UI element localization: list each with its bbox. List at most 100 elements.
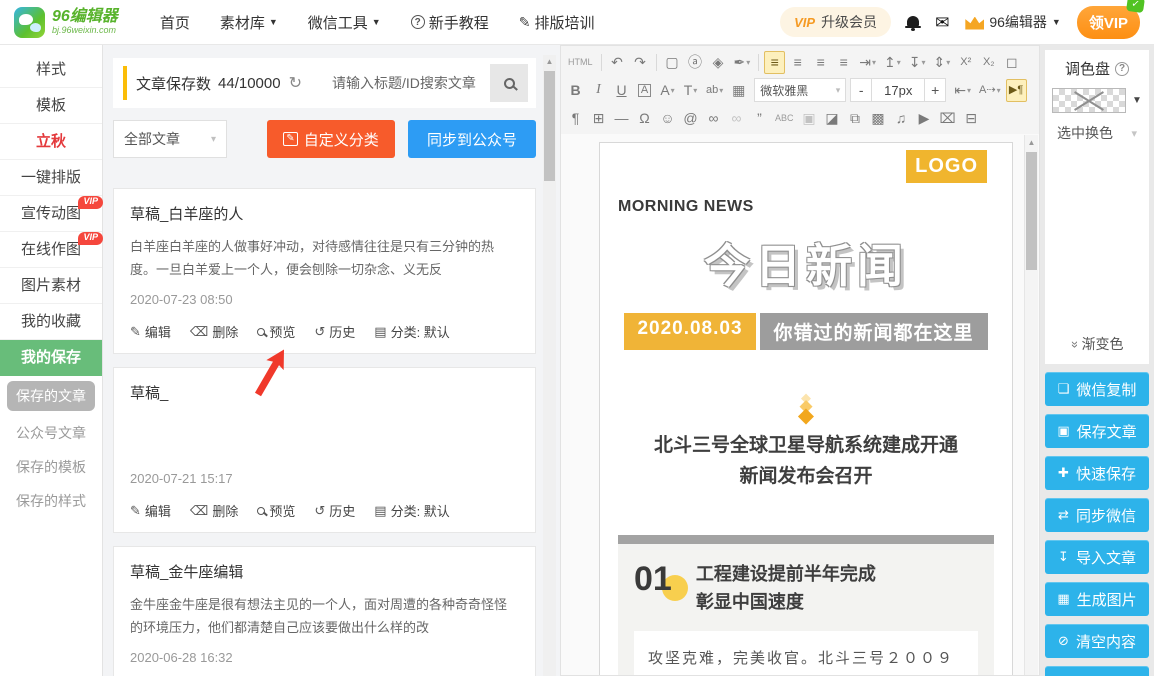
undo-icon[interactable]: ↶ [607,51,628,74]
sidebar-subitem-saved-styles[interactable]: 保存的样式 [0,484,102,518]
image-album-icon[interactable]: ⧉ [845,107,866,130]
palette-color-swatch[interactable] [1074,303,1095,324]
palette-color-swatch[interactable] [1099,253,1120,274]
articles-scrollbar[interactable]: ▲ [543,55,556,676]
sidebar-subitem-saved-templates[interactable]: 保存的模板 [0,450,102,484]
edit-action[interactable]: ✎ 编辑 [130,501,171,520]
upgrade-member-button[interactable]: VIP 升级会员 [780,7,891,37]
refresh-icon[interactable]: ↻ [289,73,302,93]
palette-color-swatch[interactable] [1074,278,1095,299]
scroll-up-icon[interactable]: ▲ [1025,135,1038,147]
preview-action[interactable]: 预览 [257,501,295,520]
clear-content-button[interactable]: ⊘ 清空内容 [1045,624,1149,658]
palette-color-swatch[interactable] [1099,228,1120,249]
palette-color-swatch[interactable] [1099,303,1120,324]
clear-format-icon[interactable]: ⌧ [937,107,959,130]
superscript-icon[interactable]: X² [955,51,976,74]
save-article-button[interactable]: ▣ 保存文章 [1045,414,1149,448]
line-height-icon[interactable]: ⇕▾ [931,51,954,74]
article-page[interactable]: LOGO MORNING NEWS 今日新闻 2020.08.03 你错过的新闻… [599,142,1013,676]
palette-color-swatch[interactable] [1074,203,1095,224]
sidebar-item-promo-animation[interactable]: 宣传动图 VIP [0,196,102,232]
palette-color-swatch[interactable] [1049,228,1070,249]
redo-icon[interactable]: ↷ [630,51,651,74]
wechat-copy-button[interactable]: ❏ 微信复制 [1045,372,1149,406]
editor-scrollbar[interactable]: ▲ [1024,135,1038,675]
search-button[interactable] [490,64,528,102]
selection-recolor-dropdown[interactable]: 选中换色 ▾ [1057,123,1137,143]
sync-wechat-button[interactable]: ⇄ 同步微信 [1045,498,1149,532]
indent-icon[interactable]: ⇥▾ [856,51,879,74]
spellcheck-icon[interactable]: ABC [772,107,797,130]
font-family-select[interactable]: 微软雅黑 ▾ [754,78,846,102]
sidebar-item-my-saves[interactable]: 我的保存 [0,340,102,376]
blockquote-icon[interactable]: ” [749,107,770,130]
eraser-icon[interactable]: ◈ [708,51,729,74]
insert-video-icon[interactable]: ▶ [914,107,935,130]
font-size-decrease-button[interactable]: - [850,78,872,102]
palette-color-swatch[interactable] [1124,303,1145,324]
font-size-increase-button[interactable]: + [924,78,946,102]
insert-media-icon[interactable]: ▦ [728,79,749,102]
first-line-indent-icon[interactable]: ⇤▾ [951,79,974,102]
unlink-icon[interactable]: ∞ [726,107,747,130]
bold-icon[interactable]: B [565,79,586,102]
brand-logo[interactable]: 96编辑器 bj.96weixin.com [14,7,118,38]
text-image-layout-icon[interactable]: ⊟ [961,107,982,130]
palette-color-swatch[interactable] [1049,253,1070,274]
palette-color-swatch[interactable] [1074,153,1095,174]
palette-color-swatch[interactable] [1074,253,1095,274]
category-action[interactable]: ▤ 分类: 默认 [374,322,450,341]
sidebar-item-image-material[interactable]: 图片素材 [0,268,102,304]
sidebar-item-liqiu[interactable]: 立秋 [0,124,102,160]
palette-color-swatch[interactable] [1099,178,1120,199]
fullscreen-icon[interactable]: ◻ [1001,51,1022,74]
scroll-up-icon[interactable]: ▲ [543,55,556,66]
history-action[interactable]: ↺ 历史 [314,322,355,341]
preview-action[interactable]: 预览 [257,322,295,341]
align-center-icon[interactable]: ≡ [787,51,808,74]
italic-icon[interactable]: I [588,79,609,102]
palette-color-swatch[interactable] [1049,278,1070,299]
palette-color-swatch[interactable] [1049,303,1070,324]
paste-word-icon[interactable]: ▣ [799,107,820,130]
format-painter-icon[interactable]: ✒▾ [731,51,754,74]
sidebar-item-styles[interactable]: 样式 [0,52,102,88]
new-document-icon[interactable]: ▢ [662,51,683,74]
account-menu[interactable]: 96编辑器 ▼ [965,12,1061,32]
insert-music-icon[interactable]: ♫ [891,107,912,130]
font-color-icon[interactable]: A▾ [657,79,678,102]
delete-action[interactable]: ⌫ 删除 [190,322,238,341]
palette-color-swatch[interactable] [1124,278,1145,299]
scrollbar-thumb[interactable] [1026,152,1037,270]
scrollbar-thumb[interactable] [544,71,555,181]
palette-color-swatch[interactable] [1049,178,1070,199]
auto-typeset-icon[interactable]: ⓐ [685,51,706,74]
horizontal-rule-icon[interactable]: — [611,107,632,130]
palette-color-swatch[interactable] [1124,178,1145,199]
text-direction-icon[interactable]: ▶¶ [1006,79,1027,102]
image-grid-icon[interactable]: ▩ [868,107,889,130]
align-right-icon[interactable]: ≡ [810,51,831,74]
nav-beginner-tutorial[interactable]: ? 新手教程 [411,12,489,33]
sidebar-item-templates[interactable]: 模板 [0,88,102,124]
insert-image-icon[interactable]: ◪ [822,107,843,130]
html-source-icon[interactable]: HTML [565,51,596,74]
cloud-drafts-button[interactable]: ≣ 云端草稿 [1045,666,1149,676]
title-format-icon[interactable]: T▾ [680,79,701,102]
edit-action[interactable]: ✎ 编辑 [130,322,171,341]
letter-spacing-icon[interactable]: A⇢▾ [976,79,1004,102]
article-filter-select[interactable]: 全部文章 ▾ [113,120,227,158]
custom-category-button[interactable]: ✎ 自定义分类 [267,120,395,158]
import-article-button[interactable]: ↧ 导入文章 [1045,540,1149,574]
mention-icon[interactable]: @ [680,107,701,130]
palette-color-swatch[interactable] [1099,153,1120,174]
claim-vip-button[interactable]: 领VIP ✓ [1077,6,1140,39]
sidebar-item-one-click-layout[interactable]: 一键排版 [0,160,102,196]
palette-color-swatch[interactable] [1124,203,1145,224]
emoji-icon[interactable]: ☺ [657,107,678,130]
highlight-color-icon[interactable]: ab▾ [703,79,726,102]
gradient-colors-toggle[interactable]: « 渐变色 [1049,334,1145,354]
sidebar-item-my-favorites[interactable]: 我的收藏 [0,304,102,340]
palette-color-swatch[interactable] [1099,203,1120,224]
